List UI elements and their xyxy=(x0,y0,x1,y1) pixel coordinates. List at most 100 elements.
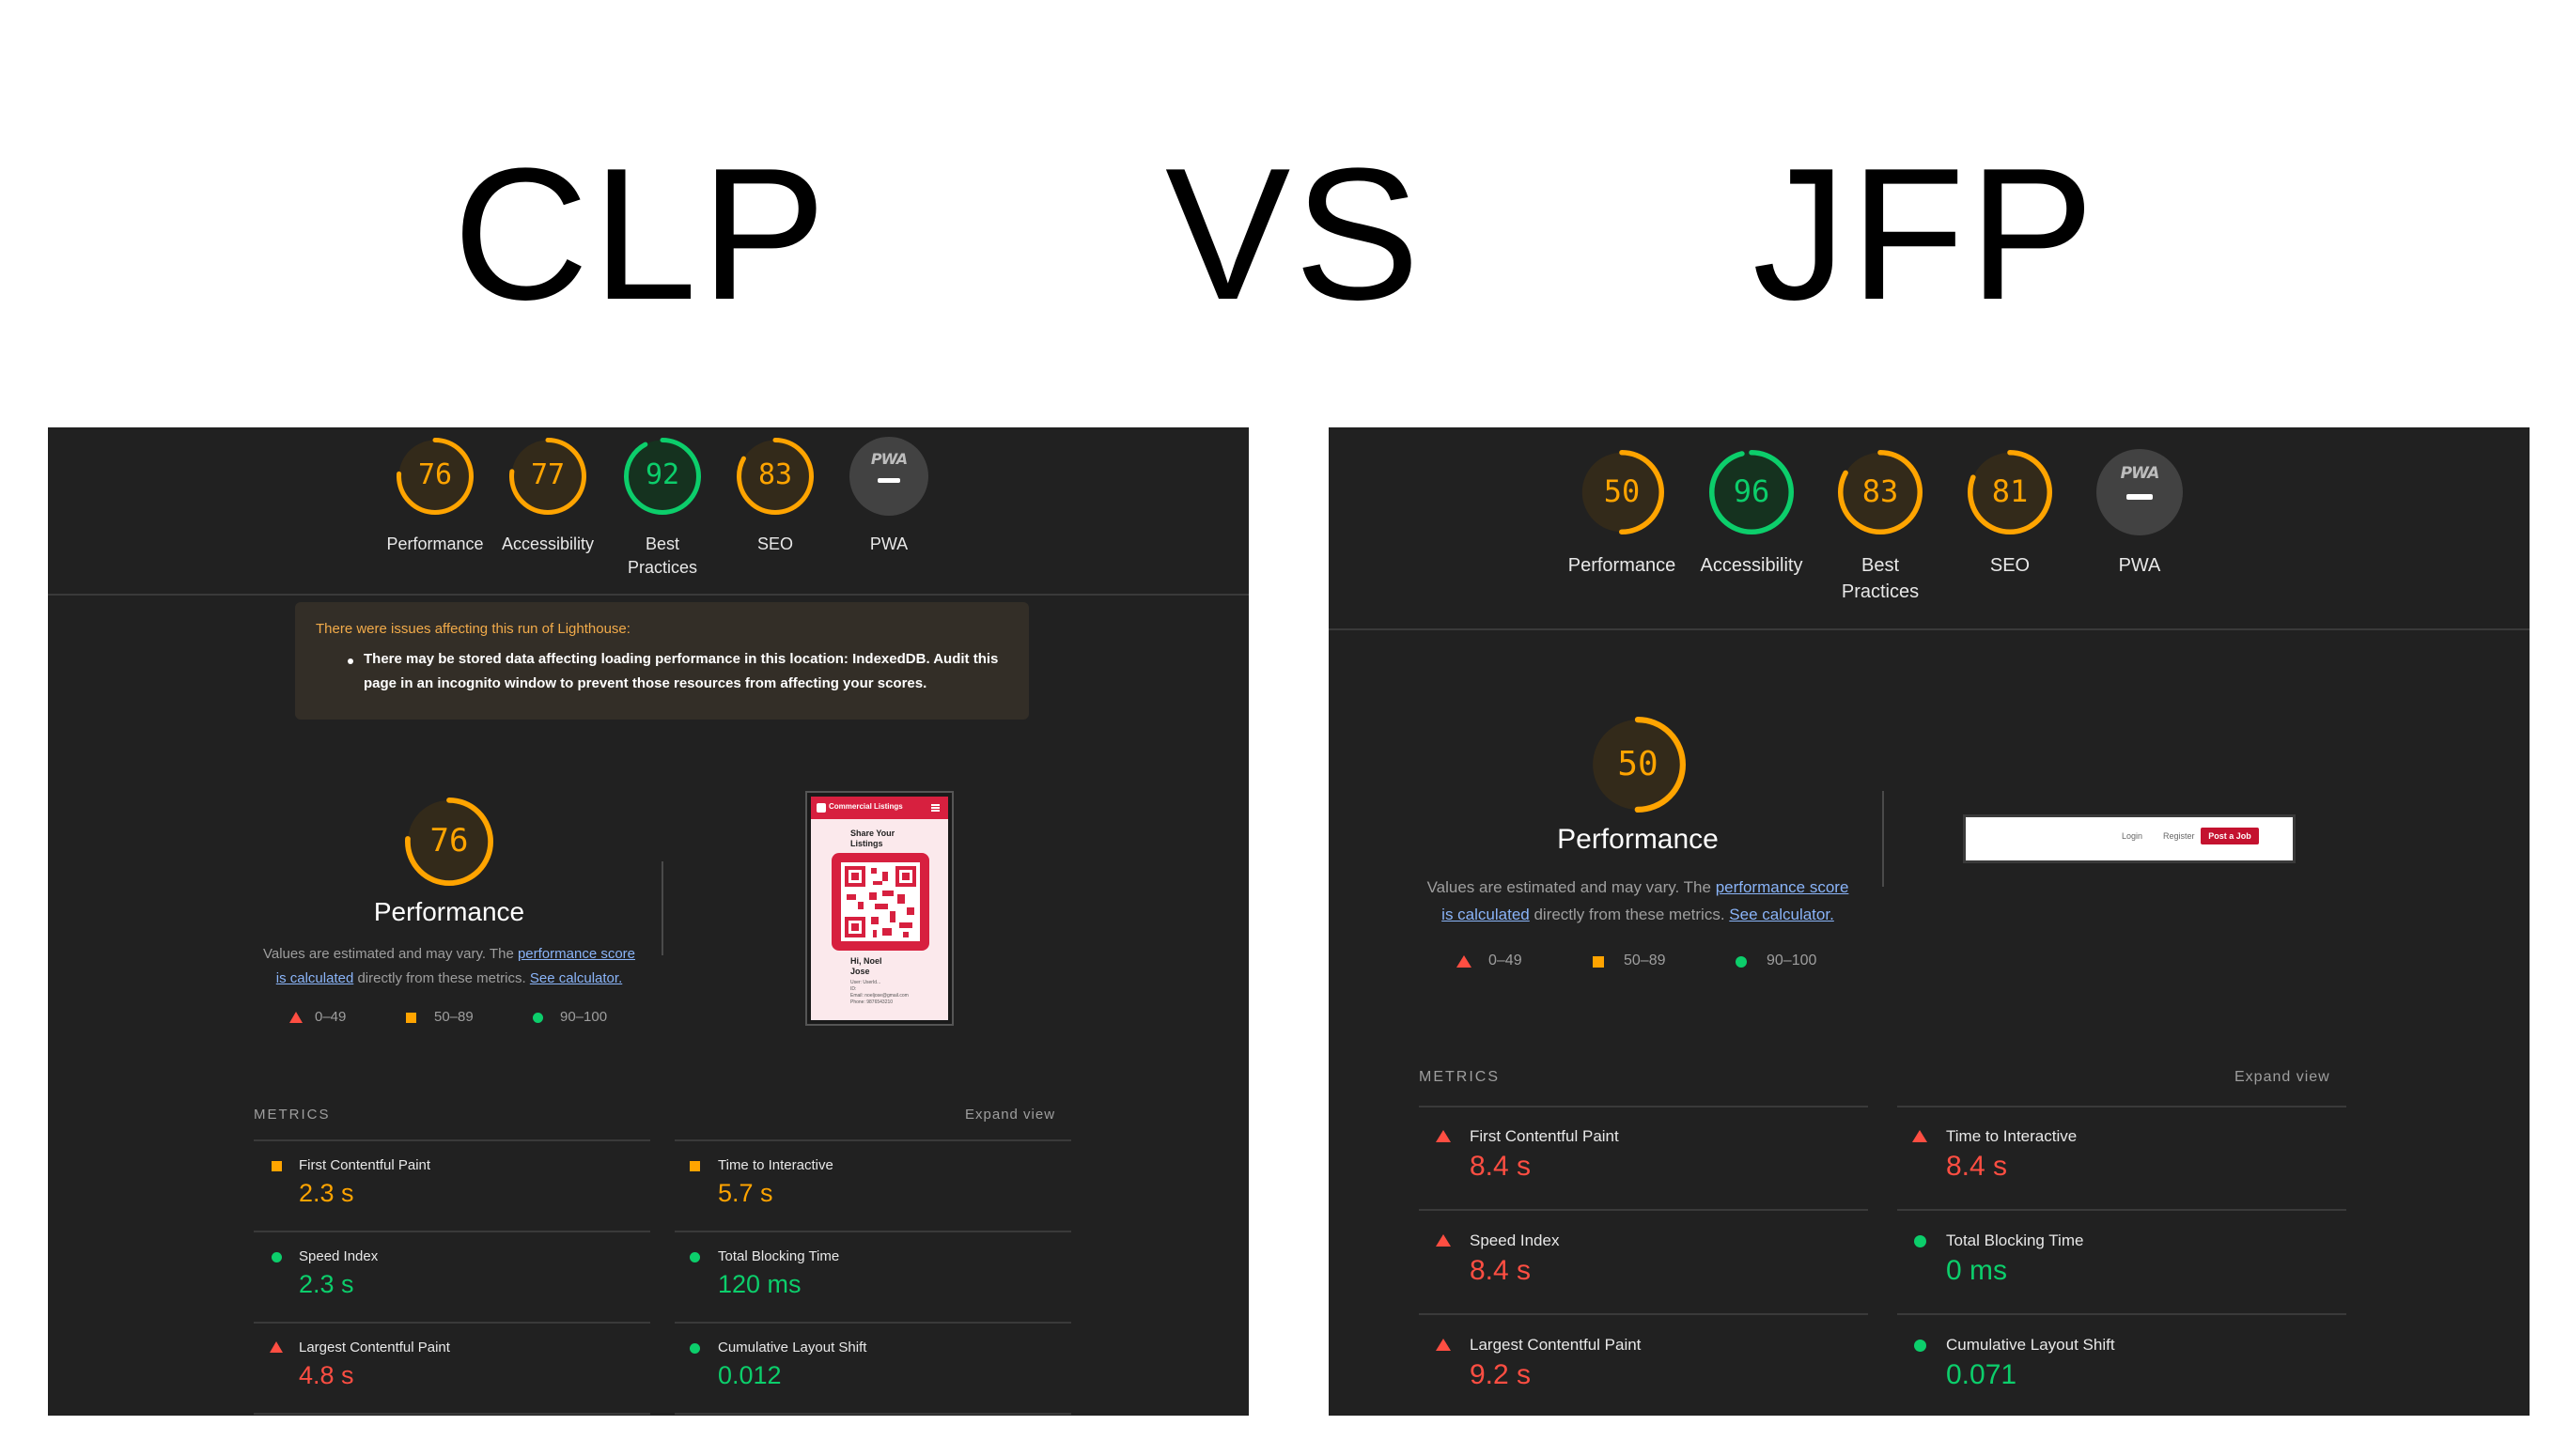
screenshot-info-line: ID: xyxy=(850,986,857,992)
pwa-dash-icon xyxy=(878,478,900,483)
metric-name: Speed Index xyxy=(1470,1231,1560,1249)
performance-score-link-2[interactable]: is calculated xyxy=(276,970,354,986)
heading-clp: CLP xyxy=(453,130,831,339)
metric-value: 2.3 s xyxy=(299,1179,354,1207)
screenshot-user-line1: Hi, Noel xyxy=(850,956,882,966)
metric-divider xyxy=(254,1322,650,1324)
metric-divider xyxy=(675,1231,1071,1232)
screenshot-user: Hi, Noel Jose xyxy=(850,956,882,977)
metric-value: 0.071 xyxy=(1946,1359,2017,1390)
performance-score-link-2[interactable]: is calculated xyxy=(1441,906,1530,923)
legend-average: 50–89 xyxy=(1624,953,1666,968)
metric-value: 120 ms xyxy=(718,1270,802,1298)
vertical-separator xyxy=(662,861,663,955)
metric-divider xyxy=(1897,1209,2346,1211)
pass-circle-icon xyxy=(690,1252,700,1262)
description-text-2: directly from these metrics. xyxy=(1529,906,1730,923)
average-square-icon xyxy=(1593,956,1604,968)
screenshot-heading: Share Your Listings xyxy=(850,829,895,849)
average-square-icon xyxy=(690,1161,700,1171)
score-value: 76 xyxy=(417,458,453,491)
expand-view-button[interactable]: Expand view xyxy=(2234,1069,2330,1086)
score-gauge-best-practices[interactable]: 83 Best Practices xyxy=(1837,449,1923,602)
metric-divider xyxy=(254,1139,650,1141)
metric-divider xyxy=(254,1413,650,1415)
lighthouse-report-clp: 76 Performance 77 Accessibility 92 Best P… xyxy=(48,427,1249,1416)
pass-circle-icon xyxy=(272,1252,282,1262)
performance-score-link[interactable]: performance score xyxy=(518,946,635,962)
performance-score-link[interactable]: performance score xyxy=(1716,878,1849,896)
score-gauge-accessibility[interactable]: 96 Accessibility xyxy=(1701,449,1802,576)
screenshot-heading-line2: Listings xyxy=(850,839,883,848)
score-value: 77 xyxy=(530,458,566,491)
metric-value: 0.012 xyxy=(718,1361,782,1389)
screenshot-info-line: User: UserId... xyxy=(850,980,881,985)
metric-divider xyxy=(1897,1106,2346,1107)
page-screenshot: Commercial Listings Share YourListings xyxy=(805,791,954,1026)
screenshot-viewport: Commercial Listings Share YourListings xyxy=(811,797,948,1020)
fail-triangle-icon xyxy=(1912,1130,1927,1142)
warning-line-1: There may be stored data affecting loadi… xyxy=(364,651,999,667)
score-gauge-seo[interactable]: 81 SEO xyxy=(1967,449,2053,576)
pwa-icon: PWA xyxy=(2096,449,2183,535)
pwa-badge-text: PWA xyxy=(2120,464,2160,483)
score-label-line1: Best xyxy=(645,534,680,553)
metric-name: Speed Index xyxy=(299,1248,379,1264)
score-gauge-pwa[interactable]: PWA PWA xyxy=(849,437,928,553)
score-gauge-performance[interactable]: 50 Performance xyxy=(1568,449,1675,576)
metric-divider xyxy=(1897,1313,2346,1315)
screenshot-header: Commercial Listings xyxy=(811,797,948,819)
score-label-line2: Practices xyxy=(627,558,698,578)
pass-circle-icon xyxy=(690,1343,700,1354)
metrics-title: METRICS xyxy=(1419,1069,1500,1085)
performance-description: Values are estimated and may vary. The p… xyxy=(1408,874,1868,928)
description-text: Values are estimated and may vary. The xyxy=(262,946,518,962)
legend-pass: 90–100 xyxy=(560,1009,608,1025)
see-calculator-link[interactable]: See calculator. xyxy=(1729,906,1834,923)
bullet-icon xyxy=(348,658,353,664)
metric-name: First Contentful Paint xyxy=(299,1157,431,1173)
score-value: 92 xyxy=(645,458,680,491)
see-calculator-link[interactable]: See calculator. xyxy=(530,970,622,986)
legend-pass: 90–100 xyxy=(1767,953,1817,968)
score-value: 81 xyxy=(1991,473,2029,509)
warning-title: There were issues affecting this run of … xyxy=(316,621,631,637)
performance-main-gauge: 50 xyxy=(1589,716,1687,813)
screenshot-post-job-button: Post a Job xyxy=(2201,828,2259,844)
metric-name: Total Blocking Time xyxy=(718,1248,840,1264)
pwa-badge-text: PWA xyxy=(870,450,908,468)
metric-divider xyxy=(1419,1313,1868,1315)
header-divider xyxy=(1329,628,2530,630)
pwa-dash-icon xyxy=(2126,494,2153,500)
qr-frame xyxy=(832,853,929,951)
metric-name: Largest Contentful Paint xyxy=(1470,1336,1642,1354)
score-gauge-accessibility[interactable]: 77 Accessibility xyxy=(502,437,594,553)
score-value: 83 xyxy=(757,458,793,491)
score-gauge-seo[interactable]: 83 SEO xyxy=(736,437,815,553)
warning-line-2: page in an incognito window to prevent t… xyxy=(364,675,927,691)
score-label-line2: Practices xyxy=(1841,581,1920,602)
score-gauge-pwa[interactable]: PWA PWA xyxy=(2096,449,2183,576)
metric-divider xyxy=(1419,1209,1868,1211)
score-value: 50 xyxy=(1603,473,1641,509)
average-square-icon xyxy=(406,1013,416,1023)
pass-circle-icon xyxy=(1736,956,1747,968)
performance-main-value: 50 xyxy=(1617,745,1658,783)
metric-value: 9.2 s xyxy=(1470,1359,1532,1390)
metric-divider xyxy=(675,1322,1071,1324)
score-gauge-best-practices[interactable]: 92 Best Practices xyxy=(623,437,702,577)
metric-name: Largest Contentful Paint xyxy=(299,1340,450,1355)
metric-value: 2.3 s xyxy=(299,1270,354,1298)
brand-logo-icon xyxy=(817,803,826,813)
legend-fail: 0–49 xyxy=(1488,953,1522,968)
metric-value: 8.4 s xyxy=(1470,1151,1532,1182)
metric-name: First Contentful Paint xyxy=(1470,1127,1619,1145)
screenshot-login-link: Login xyxy=(2122,831,2143,841)
expand-view-button[interactable]: Expand view xyxy=(965,1107,1055,1123)
vertical-separator xyxy=(1882,791,1884,887)
heading-vs: VS xyxy=(1165,130,1424,339)
screenshot-info-line: Phone: 9876543210 xyxy=(850,999,894,1005)
score-gauge-performance[interactable]: 76 Performance xyxy=(386,437,484,553)
score-label: PWA xyxy=(869,534,909,553)
screenshot-info: User: UserId... ID: Email: noeljose@gmai… xyxy=(850,980,909,1006)
